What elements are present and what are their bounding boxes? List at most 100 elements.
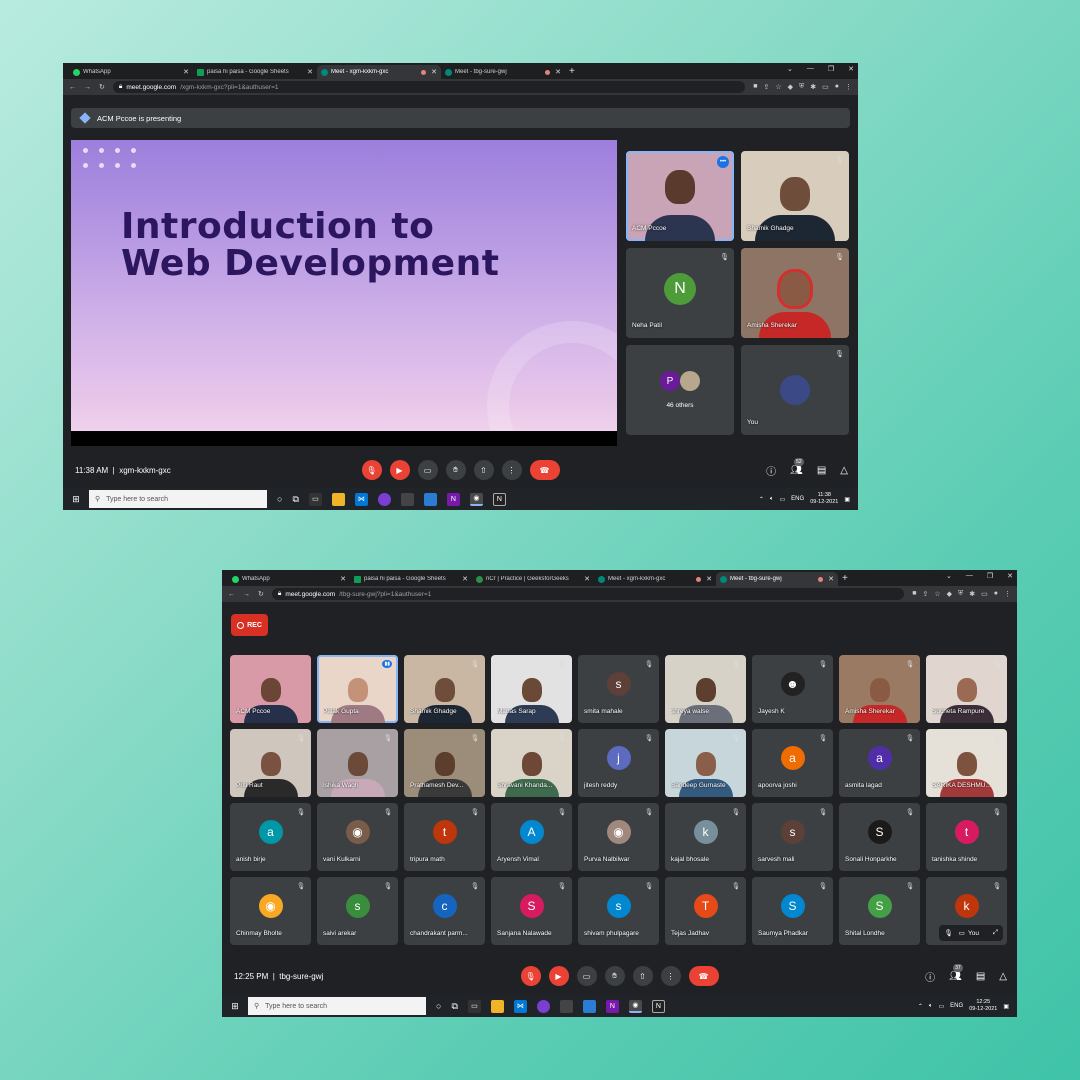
participant-tile[interactable]: ◉ 🎙︎ Chinmay Bholte xyxy=(230,877,311,945)
browser-tab[interactable]: WhatsApp ✕ xyxy=(228,572,350,586)
mic-toggle-button[interactable]: 🎙︎ xyxy=(520,966,541,986)
close-icon[interactable]: ✕ xyxy=(584,575,590,583)
participant-tile[interactable]: N 🎙︎ Neha Patil xyxy=(626,248,734,338)
participant-tile[interactable]: t 🎙︎ tripura math xyxy=(404,803,485,871)
raise-hand-button[interactable]: ✋︎ xyxy=(604,966,625,986)
new-tab-icon[interactable]: + xyxy=(842,572,848,586)
participant-tile[interactable]: c 🎙︎ chandrakant parm... xyxy=(404,877,485,945)
url-field[interactable]: 🔒︎ meet.google.com/tbg-sure-gwj?pli=1&au… xyxy=(271,588,905,600)
notion-icon[interactable]: N xyxy=(651,999,665,1013)
tray-chevron-icon[interactable]: ⌃ xyxy=(759,496,764,503)
participant-tile[interactable]: A 🎙︎ Aryensh Vimal xyxy=(491,803,572,871)
star-icon[interactable]: ☆ xyxy=(775,83,781,91)
participant-tile[interactable]: 🎙︎ Sandeep Gurnaste xyxy=(665,729,746,797)
browser-tab[interactable]: nCr | Practice | GeeksforGeeks ✕ xyxy=(472,572,594,586)
participant-tile[interactable]: j 🎙︎ jitesh reddy xyxy=(578,729,659,797)
app-icon[interactable] xyxy=(400,492,414,506)
reload-icon[interactable]: ↻ xyxy=(258,590,264,598)
captions-button[interactable]: ▭ xyxy=(417,460,438,480)
browser-tab[interactable]: Meet - tbg-sure-gwj ✕ xyxy=(441,65,565,79)
task-view-icon[interactable]: ⧉ xyxy=(292,494,298,505)
app-icon[interactable] xyxy=(559,999,573,1013)
participant-tile[interactable]: ACM Pccoe xyxy=(230,655,311,723)
leave-call-button[interactable]: ☎︎ xyxy=(529,460,560,480)
raise-hand-button[interactable]: ✋︎ xyxy=(445,460,466,480)
close-icon[interactable]: ✕ xyxy=(555,68,561,76)
minimize-icon[interactable]: — xyxy=(807,65,814,73)
mic-off-icon[interactable]: 🎙︎ xyxy=(944,929,952,937)
minimize-icon[interactable]: — xyxy=(966,572,973,580)
battery-icon[interactable]: ▭ xyxy=(780,496,786,503)
camera-toggle-button[interactable]: ▶ xyxy=(389,460,410,480)
camera-icon[interactable]: ■ xyxy=(912,590,916,598)
participant-tile[interactable]: 🎙︎ Shamik Ghadge xyxy=(404,655,485,723)
tray-chevron-icon[interactable]: ⌃ xyxy=(918,1003,923,1010)
more-options-button[interactable]: ⋮ xyxy=(501,460,522,480)
avatar-icon[interactable]: ● xyxy=(835,83,839,91)
terminal-icon[interactable]: ▭ xyxy=(308,492,322,506)
chrome-icon[interactable]: ◉ xyxy=(628,999,642,1013)
participant-tile[interactable]: S 🎙︎ Shital Londhe xyxy=(839,877,920,945)
present-button[interactable]: ⇧ xyxy=(632,966,653,986)
info-icon[interactable]: ⓘ xyxy=(925,969,935,984)
participant-tile[interactable]: s 🎙︎ sarvesh mali xyxy=(752,803,833,871)
participant-tile[interactable]: 🎙︎ Manas Sarap xyxy=(491,655,572,723)
browser-tab[interactable]: paisa hi paisa - Google Sheets ✕ xyxy=(350,572,472,586)
shield-icon[interactable]: ⛨ xyxy=(958,590,963,598)
close-icon[interactable]: ✕ xyxy=(828,575,834,583)
avatar-icon[interactable]: ● xyxy=(994,590,998,598)
volume-icon[interactable]: 🔈︎ xyxy=(770,496,774,503)
reload-icon[interactable]: ↻ xyxy=(99,83,105,91)
share-icon[interactable]: ⇪ xyxy=(922,590,928,598)
participant-tile[interactable]: 🎙︎ Ishika Wagh xyxy=(317,729,398,797)
notion-icon[interactable]: N xyxy=(492,492,506,506)
info-icon[interactable]: ⓘ xyxy=(766,463,776,478)
menu-dots-icon[interactable]: ⋮ xyxy=(845,83,852,91)
participant-tile[interactable]: 🎙︎ Shamik Ghadge xyxy=(741,151,849,241)
forward-icon[interactable]: → xyxy=(243,591,250,598)
system-clock[interactable]: 12:25 09-12-2021 xyxy=(969,999,997,1013)
activities-icon[interactable]: △ xyxy=(999,971,1007,982)
participant-tile[interactable]: S 🎙︎ Sanjana Nalawade xyxy=(491,877,572,945)
back-icon[interactable]: ← xyxy=(228,591,235,598)
participant-tile[interactable]: a 🎙︎ apoorva joshi xyxy=(752,729,833,797)
terminal-icon[interactable]: ▭ xyxy=(467,999,481,1013)
media-icon[interactable]: ▭ xyxy=(981,590,988,598)
participant-tile[interactable]: ••• ACM Pccoe xyxy=(626,151,734,241)
participant-tile[interactable]: ☻ 🎙︎ Jayesh K xyxy=(752,655,833,723)
menu-dots-icon[interactable]: ⋮ xyxy=(1004,590,1011,598)
participant-tile[interactable]: ◉ 🎙︎ Purva Nalbilwar xyxy=(578,803,659,871)
close-window-icon[interactable]: ✕ xyxy=(1007,572,1013,580)
participant-tile[interactable]: ▮▮ Palak Gupta xyxy=(317,655,398,723)
participant-tile[interactable]: a 🎙︎ asmita lagad xyxy=(839,729,920,797)
participant-tile[interactable]: T 🎙︎ Tejas Jadhav xyxy=(665,877,746,945)
expand-icon[interactable]: ⤢ xyxy=(993,929,998,937)
participant-tile[interactable]: S 🎙︎ Saumya Phadkar xyxy=(752,877,833,945)
activities-icon[interactable]: △ xyxy=(840,465,848,476)
app-icon[interactable] xyxy=(582,999,596,1013)
puzzle-icon[interactable]: ✱ xyxy=(969,590,975,598)
more-options-button[interactable]: ⋮ xyxy=(660,966,681,986)
task-view-icon[interactable]: ⧉ xyxy=(451,1001,457,1012)
battery-icon[interactable]: ▭ xyxy=(939,1003,945,1010)
taskbar-search[interactable]: ⚲ Type here to search xyxy=(89,490,267,508)
notifications-icon[interactable]: ▣ xyxy=(844,496,850,503)
participant-tile[interactable]: ◉ 🎙︎ vani Kulkarni xyxy=(317,803,398,871)
participant-tile[interactable]: S 🎙︎ Sonali Honparkhe xyxy=(839,803,920,871)
participant-tile-self[interactable]: 🎙︎ You xyxy=(741,345,849,435)
participant-tile[interactable]: s 🎙︎ shivam phulpagare xyxy=(578,877,659,945)
participant-tile[interactable]: t 🎙︎ tanishka shinde xyxy=(926,803,1007,871)
participant-tile[interactable]: 🎙︎ Priti Raut xyxy=(230,729,311,797)
participant-tile[interactable]: a 🎙︎ anish birje xyxy=(230,803,311,871)
participant-tile[interactable]: k 🎙︎ kajal bhosale xyxy=(665,803,746,871)
url-field[interactable]: 🔒︎ meet.google.com/xgm-kxkm-gxc?pli=1&au… xyxy=(112,81,746,93)
participant-tile[interactable]: 🎙︎ shreya walse xyxy=(665,655,746,723)
browser-tab-active[interactable]: Meet - xgm-kxkm-gxc ✕ xyxy=(317,65,441,79)
language-indicator[interactable]: ENG xyxy=(791,496,804,502)
shield-icon[interactable]: ⛨ xyxy=(799,83,804,91)
browser-tab-active[interactable]: Meet - tbg-sure-gwj ✕ xyxy=(716,572,838,586)
camera-icon[interactable]: ■ xyxy=(753,83,757,91)
captions-button[interactable]: ▭ xyxy=(576,966,597,986)
app-icon[interactable] xyxy=(423,492,437,506)
discord-icon[interactable] xyxy=(536,999,550,1013)
